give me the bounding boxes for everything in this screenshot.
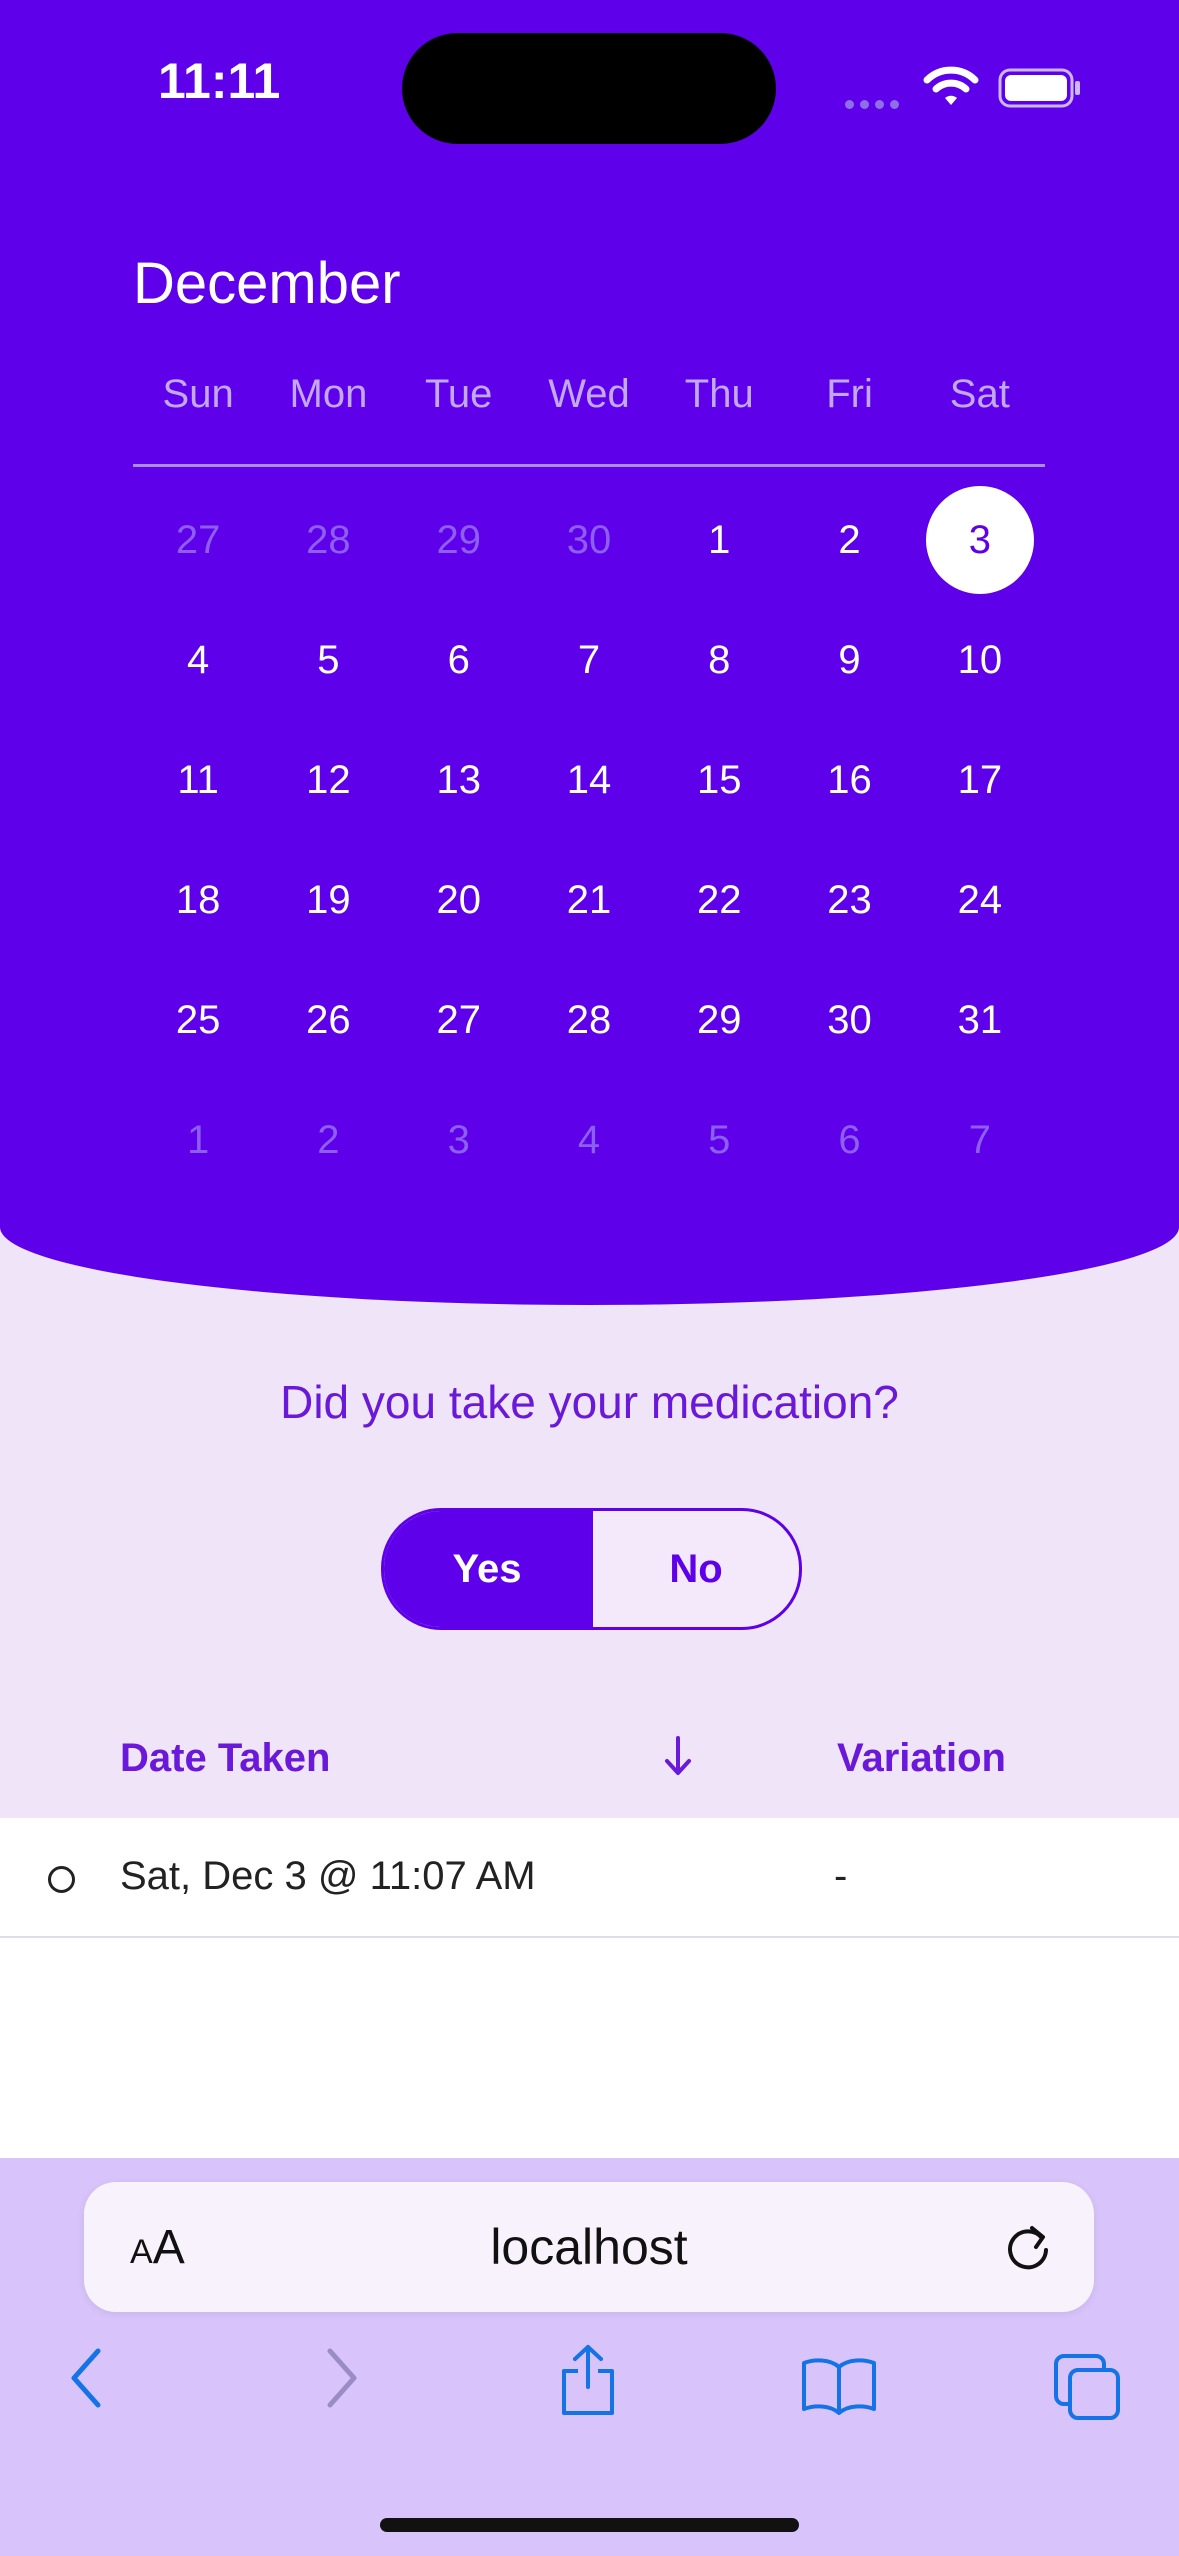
table-row[interactable]: Sat, Dec 3 @ 11:07 AM - (0, 1818, 1179, 1938)
battery-icon (998, 68, 1082, 113)
calendar-day[interactable]: 24 (915, 840, 1045, 960)
yes-button[interactable]: Yes (384, 1511, 590, 1627)
calendar-week: 25 26 27 28 29 30 31 (133, 960, 1045, 1080)
calendar-day[interactable]: 27 (133, 480, 263, 600)
weekday-label: Sun (162, 372, 234, 416)
medication-question: Did you take your medication? (280, 1376, 899, 1428)
calendar-day[interactable]: 28 (524, 960, 654, 1080)
weekday-label: Fri (826, 372, 873, 416)
calendar-day[interactable]: 15 (654, 720, 784, 840)
url-text: localhost (490, 2219, 688, 2275)
column-header-date-taken[interactable]: Date Taken (120, 1736, 330, 1781)
calendar-day[interactable]: 12 (263, 720, 393, 840)
calendar-day[interactable]: 22 (654, 840, 784, 960)
calendar-day[interactable]: 18 (133, 840, 263, 960)
calendar-day[interactable]: 5 (263, 600, 393, 720)
calendar-day-selected[interactable]: 3 (915, 480, 1045, 600)
calendar-day[interactable]: 19 (263, 840, 393, 960)
bookmarks-icon[interactable] (800, 2355, 878, 2420)
row-radio-button[interactable] (48, 1866, 75, 1893)
yes-no-toggle: Yes No (381, 1508, 802, 1630)
wifi-icon (923, 66, 979, 113)
calendar-day[interactable]: 11 (133, 720, 263, 840)
calendar-day[interactable]: 6 (394, 600, 524, 720)
calendar-day[interactable]: 10 (915, 600, 1045, 720)
calendar-day[interactable]: 8 (654, 600, 784, 720)
calendar-day[interactable]: 26 (263, 960, 393, 1080)
calendar-day[interactable]: 1 (654, 480, 784, 600)
column-header-variation[interactable]: Variation (837, 1736, 1006, 1781)
weekday-label: Wed (548, 372, 630, 416)
address-bar[interactable]: AA localhost (84, 2182, 1094, 2312)
calendar-day[interactable]: 14 (524, 720, 654, 840)
home-indicator (380, 2518, 799, 2532)
calendar-day[interactable]: 2 (263, 1080, 393, 1200)
weekday-header-row: Sun Mon Tue Wed Thu Fri Sat (133, 372, 1045, 432)
calendar-day[interactable]: 31 (915, 960, 1045, 1080)
calendar-day[interactable]: 1 (133, 1080, 263, 1200)
date-taken-cell: Sat, Dec 3 @ 11:07 AM (120, 1854, 536, 1898)
reload-icon[interactable] (1002, 2220, 1054, 2277)
weekday-divider (133, 464, 1045, 467)
back-icon[interactable] (66, 2345, 106, 2416)
calendar-day[interactable]: 30 (784, 960, 914, 1080)
calendar-day[interactable]: 20 (394, 840, 524, 960)
calendar-week: 18 19 20 21 22 23 24 (133, 840, 1045, 960)
calendar-day[interactable]: 3 (394, 1080, 524, 1200)
arrow-down-icon[interactable] (663, 1734, 693, 1789)
no-button[interactable]: No (593, 1511, 799, 1627)
calendar-day[interactable]: 23 (784, 840, 914, 960)
calendar-day[interactable]: 4 (524, 1080, 654, 1200)
variation-cell: - (834, 1854, 848, 1898)
share-icon[interactable] (556, 2343, 620, 2422)
calendar-day[interactable]: 2 (784, 480, 914, 600)
calendar-week: 11 12 13 14 15 16 17 (133, 720, 1045, 840)
calendar-week: 1 2 3 4 5 6 7 (133, 1080, 1045, 1200)
month-title: December (133, 251, 401, 316)
calendar-week: 4 5 6 7 8 9 10 (133, 600, 1045, 720)
selected-day-label: 3 (925, 486, 1034, 594)
calendar-day[interactable]: 13 (394, 720, 524, 840)
calendar-day[interactable]: 30 (524, 480, 654, 600)
weekday-label: Sat (949, 372, 1010, 416)
forward-icon[interactable] (322, 2345, 362, 2416)
dynamic-island (402, 33, 776, 144)
calendar-day[interactable]: 21 (524, 840, 654, 960)
calendar-day[interactable]: 7 (915, 1080, 1045, 1200)
weekday-label: Thu (684, 372, 754, 416)
calendar-day[interactable]: 5 (654, 1080, 784, 1200)
calendar-day[interactable]: 4 (133, 600, 263, 720)
tabs-icon[interactable] (1052, 2352, 1124, 2427)
calendar-day[interactable]: 9 (784, 600, 914, 720)
weekday-label: Tue (424, 372, 493, 416)
calendar-day[interactable]: 7 (524, 600, 654, 720)
calendar-day[interactable]: 29 (394, 480, 524, 600)
weekday-label: Mon (289, 372, 368, 416)
calendar-day[interactable]: 25 (133, 960, 263, 1080)
calendar-day[interactable]: 27 (394, 960, 524, 1080)
calendar-day[interactable]: 17 (915, 720, 1045, 840)
calendar-day[interactable]: 29 (654, 960, 784, 1080)
medication-table: Sat, Dec 3 @ 11:07 AM - (0, 1818, 1179, 2158)
calendar-grid: 27 28 29 30 1 2 3 4 5 6 7 8 9 10 11 12 1… (133, 480, 1045, 1200)
calendar-week: 27 28 29 30 1 2 3 (133, 480, 1045, 600)
calendar-day[interactable]: 6 (784, 1080, 914, 1200)
calendar-day[interactable]: 16 (784, 720, 914, 840)
cellular-signal-icon (845, 96, 905, 114)
status-time: 11:11 (158, 53, 281, 109)
calendar-day[interactable]: 28 (263, 480, 393, 600)
